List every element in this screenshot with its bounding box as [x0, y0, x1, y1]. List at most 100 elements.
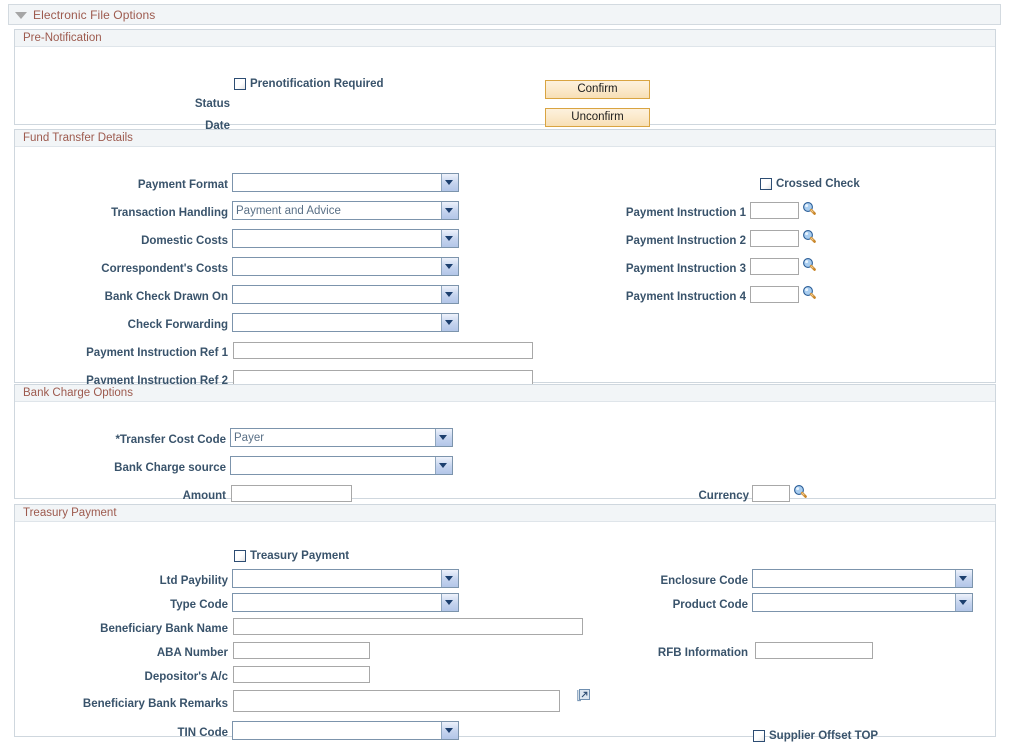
bank-charge-source-select[interactable] — [230, 456, 453, 475]
section-header-treasury: Treasury Payment — [15, 504, 995, 522]
transfer-cost-code-value: Payer — [231, 432, 435, 444]
electronic-file-options-header[interactable]: Electronic File Options — [8, 4, 1001, 25]
supplier-offset-top-checkbox[interactable] — [753, 730, 765, 742]
amount-label: Amount — [183, 489, 226, 503]
treasury-payment-checkbox[interactable] — [234, 550, 246, 562]
transfer-cost-code-label: *Transfer Cost Code — [115, 433, 226, 447]
payment-instruction-4-label: Payment Instruction 4 — [626, 290, 746, 304]
section-body-treasury: Treasury Payment Ltd Paybility Type Code… — [15, 522, 995, 736]
prenotification-required-checkbox[interactable] — [234, 78, 246, 90]
chevron-down-icon[interactable] — [441, 230, 458, 247]
unconfirm-button[interactable]: Unconfirm — [545, 108, 650, 127]
beneficiary-bank-name-label: Beneficiary Bank Name — [100, 622, 228, 636]
transaction-handling-label: Transaction Handling — [111, 206, 228, 220]
product-code-label: Product Code — [673, 598, 748, 612]
chevron-down-icon[interactable] — [441, 286, 458, 303]
payment-instruction-4-input[interactable] — [750, 286, 799, 303]
section-body-pre-notification: Prenotification Required Status Date Con… — [15, 47, 995, 124]
section-body-fund-transfer: Payment Format Transaction Handling Dome… — [15, 147, 995, 382]
section-header-pre-notification: Pre-Notification — [15, 29, 995, 47]
transfer-cost-code-select[interactable]: Payer — [230, 428, 453, 447]
chevron-down-icon[interactable] — [441, 258, 458, 275]
chevron-down-icon[interactable] — [441, 570, 458, 587]
enclosure-code-label: Enclosure Code — [660, 574, 748, 588]
product-code-select[interactable] — [752, 593, 973, 612]
currency-label: Currency — [699, 489, 750, 503]
payment-instruction-4-lookup-icon[interactable] — [802, 285, 817, 300]
enclosure-code-select[interactable] — [752, 569, 973, 588]
chevron-down-icon[interactable] — [441, 594, 458, 611]
currency-lookup-icon[interactable] — [793, 484, 808, 499]
payment-instruction-1-input[interactable] — [750, 202, 799, 219]
prenotification-required-label: Prenotification Required — [250, 78, 384, 90]
section-title: Treasury Payment — [23, 507, 117, 519]
payment-instruction-3-input[interactable] — [750, 258, 799, 275]
chevron-down-icon[interactable] — [441, 202, 458, 219]
currency-input[interactable] — [752, 485, 790, 502]
group-title: Electronic File Options — [33, 8, 155, 22]
section-header-fund-transfer: Fund Transfer Details — [15, 129, 995, 147]
correspondents-costs-select[interactable] — [232, 257, 459, 276]
payment-instruction-1-lookup-icon[interactable] — [802, 201, 817, 216]
status-label: Status — [195, 97, 230, 111]
rfb-information-input[interactable] — [755, 642, 873, 659]
section-pre-notification: Pre-Notification Prenotification Require… — [14, 29, 996, 125]
depositors-ac-label: Depositor's A/c — [145, 670, 228, 684]
chevron-down-icon[interactable] — [441, 174, 458, 191]
treasury-payment-checkbox-wrap[interactable]: Treasury Payment — [234, 550, 349, 562]
expand-popup-icon[interactable] — [577, 688, 591, 702]
bank-charge-source-label: Bank Charge source — [114, 461, 226, 475]
supplier-offset-top-label: Supplier Offset TOP — [769, 730, 878, 742]
payment-instruction-1-label: Payment Instruction 1 — [626, 206, 746, 220]
check-forwarding-label: Check Forwarding — [128, 318, 228, 332]
domestic-costs-label: Domestic Costs — [141, 234, 228, 248]
ltd-paybility-label: Ltd Paybility — [160, 574, 228, 588]
beneficiary-bank-name-input[interactable] — [233, 618, 583, 635]
payment-instruction-ref-1-label: Payment Instruction Ref 1 — [86, 346, 228, 360]
section-title: Pre-Notification — [23, 32, 102, 44]
payment-format-select[interactable] — [232, 173, 459, 192]
supplier-offset-top-checkbox-wrap[interactable]: Supplier Offset TOP — [753, 730, 878, 742]
domestic-costs-select[interactable] — [232, 229, 459, 248]
beneficiary-bank-remarks-input[interactable] — [233, 690, 560, 712]
chevron-down-icon[interactable] — [441, 314, 458, 331]
tin-code-label: TIN Code — [178, 726, 228, 740]
check-forwarding-select[interactable] — [232, 313, 459, 332]
bank-check-drawn-on-select[interactable] — [232, 285, 459, 304]
chevron-down-icon[interactable] — [435, 457, 452, 474]
payment-instruction-3-label: Payment Instruction 3 — [626, 262, 746, 276]
crossed-check-checkbox[interactable] — [760, 178, 772, 190]
aba-number-input[interactable] — [233, 642, 370, 659]
payment-instruction-2-label: Payment Instruction 2 — [626, 234, 746, 248]
section-treasury-payment: Treasury Payment Treasury Payment Ltd Pa… — [14, 504, 996, 737]
payment-instruction-3-lookup-icon[interactable] — [802, 257, 817, 272]
chevron-down-icon[interactable] — [441, 722, 458, 739]
payment-format-label: Payment Format — [138, 178, 228, 192]
transaction-handling-value: Payment and Advice — [233, 205, 441, 217]
amount-input[interactable] — [231, 485, 352, 502]
chevron-down-icon[interactable] — [955, 594, 972, 611]
aba-number-label: ABA Number — [157, 646, 228, 660]
bank-check-drawn-on-label: Bank Check Drawn On — [105, 290, 228, 304]
payment-instruction-2-input[interactable] — [750, 230, 799, 247]
chevron-down-icon[interactable] — [955, 570, 972, 587]
confirm-button[interactable]: Confirm — [545, 80, 650, 99]
transaction-handling-select[interactable]: Payment and Advice — [232, 201, 459, 220]
ltd-paybility-select[interactable] — [232, 569, 459, 588]
payment-instruction-ref-1-input[interactable] — [233, 342, 533, 359]
type-code-label: Type Code — [170, 598, 228, 612]
depositors-ac-input[interactable] — [233, 666, 370, 683]
electronic-file-options-page: Electronic File Options Pre-Notification… — [0, 0, 1009, 741]
type-code-select[interactable] — [232, 593, 459, 612]
section-fund-transfer-details: Fund Transfer Details Payment Format Tra… — [14, 129, 996, 383]
payment-instruction-2-lookup-icon[interactable] — [802, 229, 817, 244]
section-title: Fund Transfer Details — [23, 132, 133, 144]
prenotification-required-checkbox-wrap[interactable]: Prenotification Required — [234, 78, 384, 90]
chevron-down-icon[interactable] — [435, 429, 452, 446]
crossed-check-checkbox-wrap[interactable]: Crossed Check — [760, 178, 860, 190]
tin-code-select[interactable] — [232, 721, 459, 740]
correspondents-costs-label: Correspondent's Costs — [101, 262, 228, 276]
section-header-bank-charge: Bank Charge Options — [15, 384, 995, 402]
chevron-down-icon[interactable] — [13, 7, 29, 23]
beneficiary-bank-remarks-label: Beneficiary Bank Remarks — [83, 697, 228, 711]
